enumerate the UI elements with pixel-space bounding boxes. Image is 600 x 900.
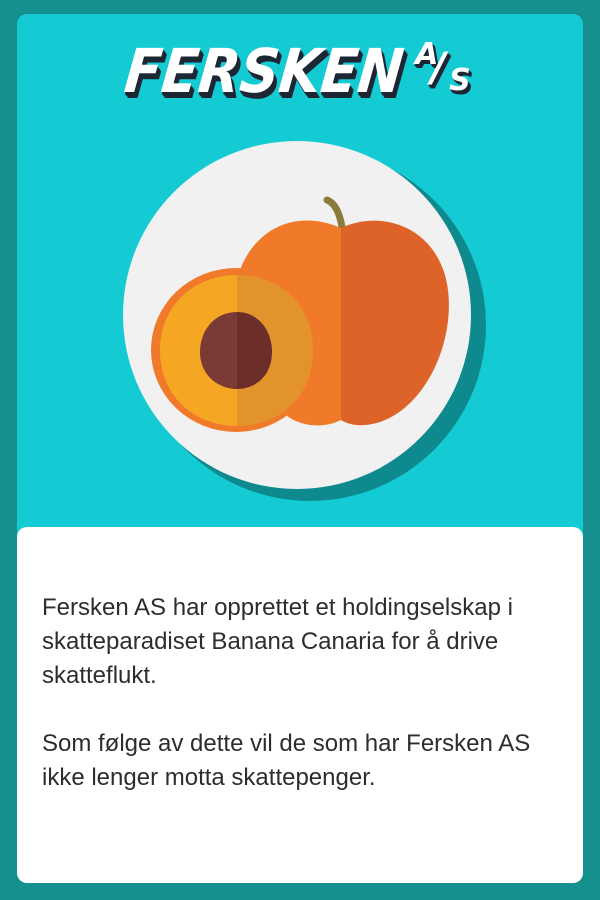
- card: FERSKEN A / S Fersken AS har opprettet et h…: [0, 0, 600, 900]
- peach-on-plate-icon: [123, 141, 486, 501]
- description-paragraph-2: Som følge av dette vil de som har Ferske…: [42, 730, 531, 791]
- description-paragraph-1: Fersken AS har opprettet et holdingselsk…: [42, 594, 513, 689]
- card-description: Fersken AS har opprettet et holdingselsk…: [42, 591, 562, 829]
- half-peach: [151, 268, 321, 432]
